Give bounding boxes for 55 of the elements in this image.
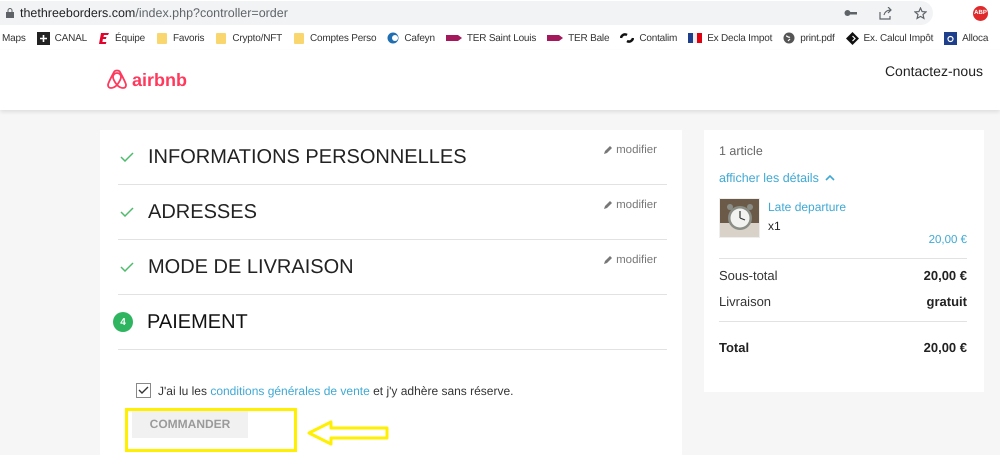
folder-icon (215, 32, 228, 44)
bookmark[interactable]: print.pdf (783, 32, 835, 44)
plus-icon (36, 32, 50, 44)
diamond-logo-icon (846, 32, 859, 44)
step-title: PAIEMENT (147, 310, 248, 334)
share-icon[interactable] (879, 6, 892, 20)
flag-icon (688, 33, 702, 43)
bookmark[interactable]: CANAL (36, 32, 88, 44)
step-title: MODE DE LIVRAISON (148, 256, 354, 278)
key-icon[interactable] (844, 9, 857, 17)
bookmark[interactable]: Cafeyn (387, 32, 435, 44)
pencil-icon (603, 200, 614, 210)
bookmark[interactable]: Équipe (98, 32, 145, 44)
bookmark[interactable]: Favoris (156, 32, 204, 44)
url-text: thethreeborders.com/index.php?controller=order (20, 6, 288, 20)
step-title: INFORMATIONS PERSONNELLES (148, 146, 467, 168)
airbnb-logo[interactable]: airbnb (107, 69, 188, 91)
edit-link[interactable]: modifier (603, 199, 657, 211)
train-logo-icon (547, 34, 564, 42)
contact-link[interactable]: Contactez-nous (884, 63, 983, 79)
product-price: 20,00 € (928, 234, 967, 246)
globe-icon (783, 32, 796, 44)
summary-value: 20,00 € (924, 268, 967, 283)
train-logo-icon (446, 34, 462, 42)
edit-link[interactable]: modifier (603, 144, 657, 156)
article-count: 1 article (719, 144, 764, 158)
bookmark[interactable]: Comptes Perso (293, 32, 376, 44)
star-icon[interactable] (914, 6, 927, 20)
bookmark[interactable]: Contalim (620, 32, 678, 44)
folder-icon (293, 32, 306, 44)
pencil-icon (603, 255, 614, 265)
bookmark[interactable]: Alloca (944, 32, 988, 44)
bookmark[interactable]: Ex. Calcul Impôt (846, 32, 934, 44)
crescent-logo-icon (387, 32, 400, 44)
edit-link[interactable]: modifier (603, 254, 657, 266)
summary-label: Sous-total (719, 268, 778, 283)
step-title: ADRESSES (148, 200, 257, 224)
terms-checkbox[interactable] (136, 383, 151, 398)
pencil-icon (603, 145, 614, 155)
chain-logo-icon (620, 33, 634, 43)
step-number: 4 (113, 312, 133, 332)
bookmark[interactable]: Crypto/NFT (215, 32, 282, 44)
bookmark[interactable]: TER Saint Louis (446, 32, 536, 44)
bookmark[interactable]: Ex Decla Impot (688, 32, 772, 44)
lock-icon (6, 8, 14, 18)
address-bar[interactable]: thethreeborders.com/index.php?controller=order (0, 1, 933, 25)
total-label: Total (719, 340, 750, 355)
product-quantity: x1 (768, 219, 782, 233)
total-value: 20,00 € (924, 340, 967, 355)
summary-value: gratuit (926, 294, 967, 309)
bookmark[interactable]: TER Bale (547, 32, 610, 44)
terms-text: J'ai lu les conditions générales de vente et j'y adhère sans réserve. (158, 384, 514, 398)
bookmark[interactable]: Maps (2, 32, 26, 44)
summary-label: Livraison (719, 294, 772, 309)
folder-icon (156, 32, 168, 44)
